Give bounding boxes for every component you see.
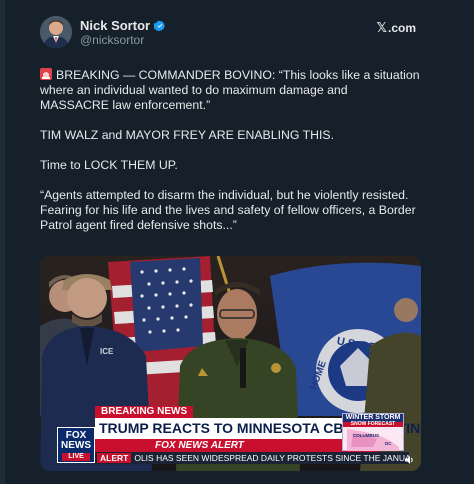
tweet-paragraph-3: Time to LOCK THEM UP.	[40, 158, 178, 172]
fox-logo-line-2: NEWS	[61, 440, 91, 451]
siren-icon	[40, 68, 52, 80]
source-label: .com	[387, 21, 416, 35]
tweet-paragraph-2: TIM WALZ and MAYOR FREY ARE ENABLING THI…	[40, 128, 335, 142]
left-edge	[0, 0, 5, 484]
x-logo-icon: 𝕏	[376, 20, 387, 35]
tweet-paragraph-4: “Agents attempted to disarm the individu…	[40, 188, 416, 232]
snow-map-icon	[347, 429, 399, 451]
tweet-card: Nick Sortor @nicksortor 𝕏 .com BREAKING …	[0, 0, 474, 484]
tweet-paragraph-1: BREAKING — COMMANDER BOVINO: “This looks…	[40, 68, 420, 113]
video-media[interactable]: U.S. DE HOME ICE BREAKING NEWS TRUMP REA…	[40, 256, 421, 471]
live-badge: LIVE	[62, 453, 90, 461]
author-name[interactable]: Nick Sortor	[80, 18, 150, 33]
breaking-news-tag: BREAKING NEWS	[95, 406, 194, 418]
tweet-paragraph-1-text: BREAKING — COMMANDER BOVINO: “This looks…	[40, 68, 420, 112]
fox-news-logo: FOX NEWS LIVE	[57, 427, 95, 463]
fox-news-alert-bar: FOX NEWS ALERT	[95, 439, 378, 452]
volume-icon[interactable]	[404, 455, 414, 465]
weather-city-2: DC	[385, 441, 392, 446]
news-crawl: ALERT OLIS HAS SEEN WIDESPREAD DAILY PROT…	[95, 452, 409, 464]
avatar[interactable]	[40, 16, 72, 48]
crawl-alert-tag: ALERT	[97, 453, 132, 463]
crawl-text: OLIS HAS SEEN WIDESPREAD DAILY PROTESTS …	[134, 453, 409, 463]
source-link[interactable]: 𝕏 .com	[377, 20, 417, 36]
weather-city-1: COLUMBUS	[353, 433, 379, 438]
avatar-photo-icon	[40, 16, 72, 48]
author-name-row: Nick Sortor	[80, 18, 166, 33]
verified-badge-icon	[154, 20, 165, 31]
author-handle[interactable]: @nicksortor	[80, 33, 144, 47]
tweet-text: BREAKING — COMMANDER BOVINO: “This looks…	[40, 68, 420, 233]
weather-widget: WINTER STORM SNOW FORECAST COLUMBUS DC	[342, 413, 404, 451]
news-headline: TRUMP REACTS TO MINNESOTA CBP SHOOTING	[95, 418, 421, 439]
